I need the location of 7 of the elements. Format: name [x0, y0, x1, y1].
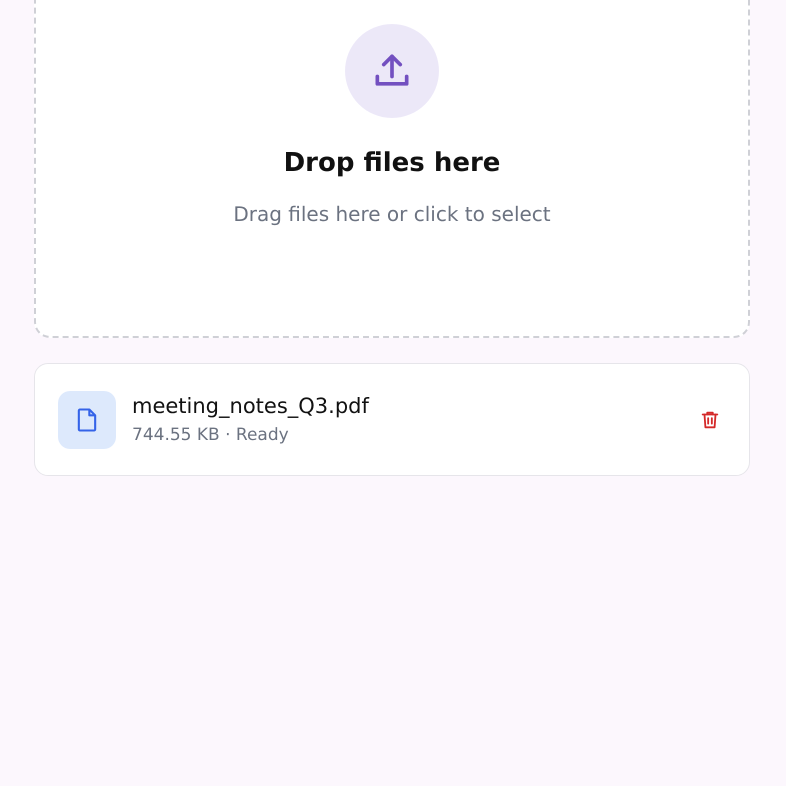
file-icon: [58, 390, 116, 448]
trash-icon: [699, 409, 721, 432]
dropzone-hint: Drag files here or click to select: [233, 201, 551, 228]
file-meta: 744.55 KB · Ready: [132, 424, 290, 446]
dropzone-title: Drop files here: [284, 147, 500, 180]
dropzone[interactable]: Drop files here Drag files here or click to select: [34, 0, 750, 338]
file-name: meeting_notes_Q3.pdf: [132, 393, 370, 420]
